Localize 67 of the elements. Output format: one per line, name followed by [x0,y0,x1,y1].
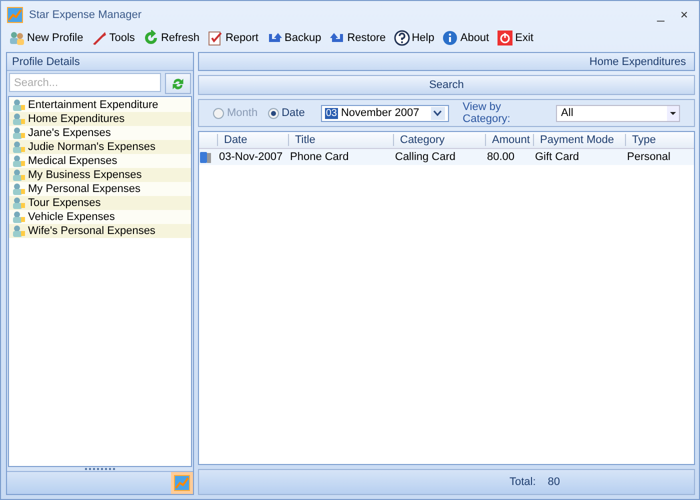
toolbar-button[interactable]: Tools [89,30,137,46]
people-icon [12,141,26,153]
category-label: View by Category: [462,101,512,125]
table-cell-text: Gift Card [534,151,580,163]
toolbar-button[interactable]: Help [392,30,436,46]
profile-title: Home Expenditures [198,52,695,71]
radio-button[interactable]: Date [268,107,305,119]
toolbar-button[interactable]: Refresh [140,30,202,46]
column-header[interactable]: Payment Mode [533,134,625,146]
toolbar-button[interactable]: New Profile [7,30,86,46]
profile-item[interactable]: My Business Expenses [9,168,191,182]
toolbar-button[interactable]: Backup [264,30,324,46]
people-icon [12,197,26,209]
profile-item[interactable]: Home Expenditures [9,112,191,126]
column-header[interactable]: Title [288,134,393,146]
people-icon [12,183,26,195]
toolbar-button[interactable]: Exit [495,30,536,46]
profile-item[interactable]: Jane's Expenses [9,126,191,140]
profile-item[interactable]: Entertainment Expenditure [9,98,191,112]
info-icon [442,30,458,46]
column-header[interactable]: Category [393,134,485,146]
search-field[interactable]: Search... [9,73,161,92]
people-icon [9,30,25,46]
category-dropdown[interactable]: All [556,104,680,122]
profile-item[interactable]: Wife's Personal Expenses [9,224,191,238]
profile-item[interactable]: Medical Expenses [9,154,191,168]
table-cell-text: Calling Card [394,151,457,163]
toolbar-button[interactable]: Report [205,30,260,46]
refresh-icon [142,30,159,46]
table-cell-text: Phone Card [289,151,350,163]
profile-item[interactable]: Judie Norman's Expenses [9,140,191,154]
search-header[interactable]: Search [198,75,695,95]
people-icon [12,169,26,181]
chart-icon [174,475,190,491]
power-icon [497,30,514,46]
panel-header: Profile Details [7,53,193,71]
table-cell-text: 03-Nov-2007 [218,151,284,163]
profile-item[interactable]: Tour Expenses [9,196,191,210]
people-icon [12,155,26,167]
close-button[interactable]: × [675,7,693,22]
window-title: Star Expense Manager [29,8,143,20]
refresh-icon [171,76,185,90]
people-icon [12,113,26,125]
toolbar-button[interactable]: Restore [327,30,388,46]
help-icon [394,30,410,46]
column-header[interactable]: Type [625,134,694,146]
table-cell-text: 80.00 [486,151,516,163]
column-header[interactable]: Date [217,134,288,146]
table-cell-text: Personal [626,151,672,163]
people-icon [12,99,26,111]
toolbar-button[interactable]: About [440,30,492,46]
caret-icon [667,106,679,120]
chevron-down-icon [433,110,442,116]
splitter-grip-icon[interactable] [84,467,116,470]
profile-item[interactable]: Vehicle Expenses [9,210,191,224]
total-label: Total: [509,476,536,488]
app-logo-icon [7,6,23,22]
refresh-button[interactable] [165,73,191,94]
profile-item[interactable]: My Personal Expenses [9,182,191,196]
people-icon [12,127,26,139]
people-icon [12,225,26,237]
total-value: 80 [548,476,560,488]
column-header[interactable]: Amount [485,134,533,146]
minimize-button[interactable]: _ [652,7,670,22]
people-icon [12,211,26,223]
date-field[interactable]: 03 November 2007 [320,104,449,122]
clipboard-icon [207,30,224,46]
